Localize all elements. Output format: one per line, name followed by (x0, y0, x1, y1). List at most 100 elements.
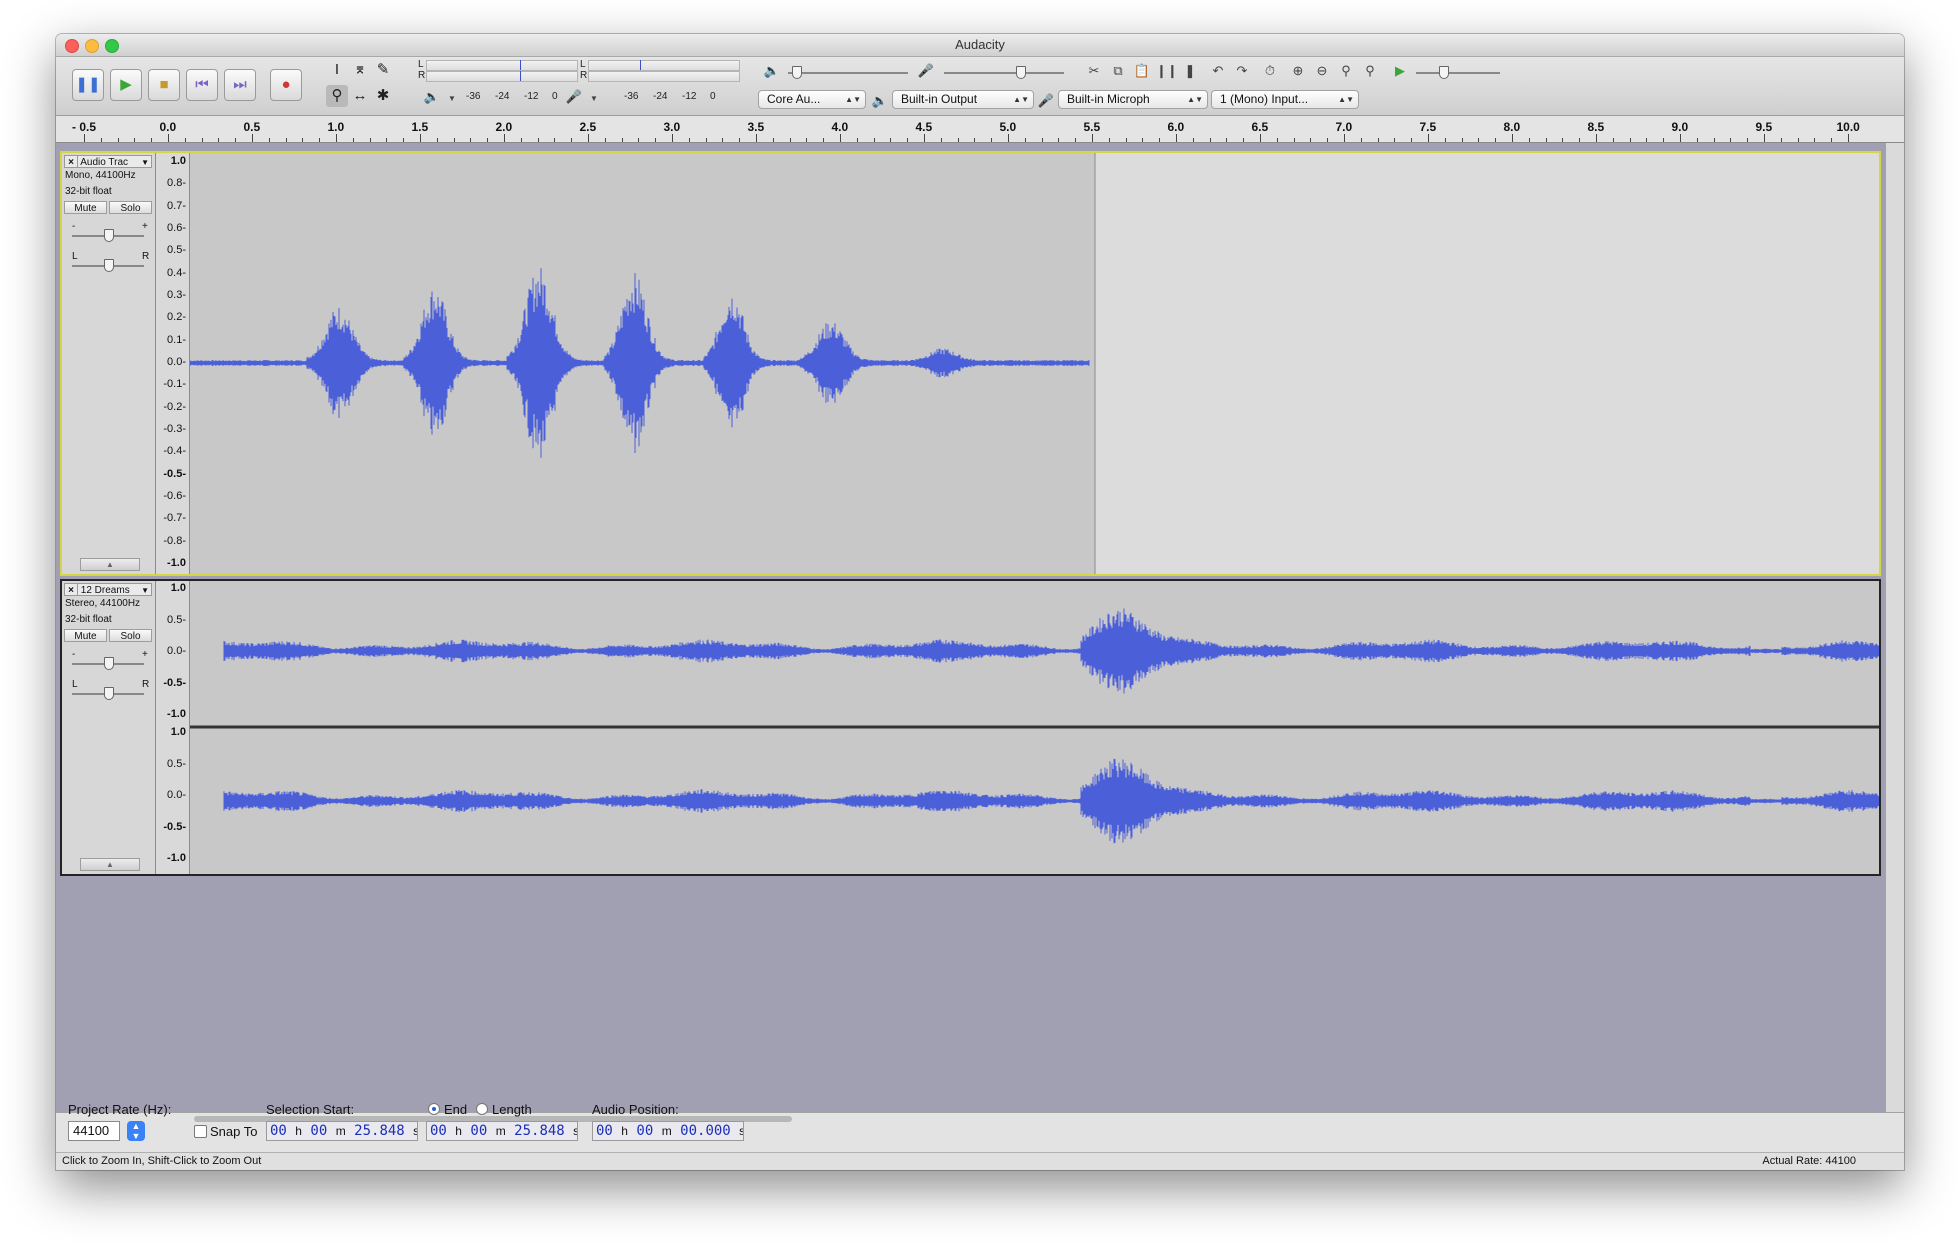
solo-button[interactable]: Solo (109, 629, 152, 642)
mute-solo-row: Mute Solo (64, 629, 154, 643)
timeline-ruler[interactable]: - 0.5 0.0 0.5 1.0 1.5 2.0 2.5 3.0 3.5 4.0 4.5 5.0 5.… (56, 116, 1904, 143)
track-vertical-scale[interactable]: 1.0 0.5- 0.0- -0.5- -1.0 1.0 0.5- 0.0- -0.5- -1.0 (156, 581, 190, 874)
selection-tool[interactable]: I (326, 59, 348, 81)
output-volume-slider[interactable] (788, 72, 908, 74)
play-button[interactable]: ▶ (110, 69, 142, 101)
speaker-icon[interactable]: 🔈 (422, 87, 442, 107)
fit-project-icon[interactable]: ⚲ (1360, 61, 1380, 81)
zoom-out-icon[interactable]: ⊖ (1312, 61, 1332, 81)
redo-icon[interactable]: ↷ (1232, 61, 1252, 81)
undo-icon[interactable]: ↶ (1208, 61, 1228, 81)
project-rate-input[interactable]: 44100 (68, 1121, 120, 1141)
ruler-minor-tick (1444, 138, 1446, 142)
end-radio[interactable] (428, 1103, 440, 1115)
copy-icon[interactable]: ⧉ (1108, 61, 1128, 81)
track-name-menu[interactable]: × Audio Trac ▼ (64, 155, 152, 168)
ruler-minor-tick (537, 138, 539, 142)
rec-meter-menu-icon[interactable]: ▼ (584, 89, 604, 109)
track-vertical-scale[interactable]: 1.0 0.8- 0.7- 0.6- 0.5- 0.4- 0.3- 0.2- 0.1- 0.0- -… (156, 153, 190, 574)
selection-start-time[interactable]: 00 h 00 m 25.848 s▾ (266, 1121, 418, 1141)
audio-position-time[interactable]: 00 h 00 m 00.000 s▾ (592, 1121, 744, 1141)
ruler-minor-tick (1646, 138, 1648, 142)
ruler-minor-tick (571, 138, 573, 142)
selection-end-seconds: 25.848 (514, 1123, 565, 1139)
solo-button[interactable]: Solo (109, 201, 152, 214)
ruler-label: 0.5 (243, 120, 261, 134)
ruler-minor-tick (436, 138, 438, 142)
rec-scale-36: -36 (624, 91, 639, 102)
envelope-icon: ⌆ (353, 61, 367, 78)
pause-button[interactable]: ❚❚ (72, 69, 104, 101)
pan-thumb[interactable] (104, 259, 114, 272)
draw-tool[interactable]: ✎ (372, 59, 394, 81)
fit-selection-icon[interactable]: ⚲ (1336, 61, 1356, 81)
vertical-scrollbar[interactable] (1886, 143, 1904, 1112)
record-button[interactable]: ● (270, 69, 302, 101)
paste-icon[interactable]: 📋 (1132, 61, 1152, 81)
collapse-track-button[interactable]: ▲ (80, 558, 140, 571)
host-value: Core Au... (767, 92, 821, 106)
gain-thumb[interactable] (104, 657, 114, 670)
stop-button[interactable]: ■ (148, 69, 180, 101)
project-rate-stepper[interactable]: ▲ ▼ (127, 1121, 145, 1141)
empty-track-region (1095, 153, 1879, 574)
time-shift-tool[interactable]: ↔ (349, 85, 371, 107)
input-volume-slider[interactable] (944, 72, 1064, 74)
ruler-minor-tick (1024, 138, 1026, 142)
pan-thumb[interactable] (104, 687, 114, 700)
track-menu-arrow-icon[interactable]: ▼ (141, 156, 149, 167)
output-device-dropdown[interactable]: Built-in Output ▲▼ (892, 90, 1034, 109)
skip-to-start-button[interactable]: ⏮ (186, 69, 218, 101)
waveform-area[interactable] (190, 581, 1879, 874)
scale-label: -0.5- (163, 820, 186, 833)
input-volume-thumb[interactable] (1016, 66, 1026, 79)
gain-thumb[interactable] (104, 229, 114, 242)
host-dropdown[interactable]: Core Au... ▲▼ (758, 90, 866, 109)
scale-label: 0.8- (167, 177, 186, 190)
zoom-tool[interactable]: ⚲ (326, 85, 348, 107)
zoom-window-button[interactable] (105, 39, 119, 53)
ruler-label: 6.5 (1251, 120, 1269, 134)
ruler-minor-tick (1327, 138, 1329, 142)
snap-to-checkbox[interactable] (194, 1125, 207, 1138)
trim-icon[interactable]: ❙❙ (1156, 61, 1178, 81)
pause-icon: ❚❚ (75, 76, 101, 93)
mute-button[interactable]: Mute (64, 629, 107, 642)
input-channels-dropdown[interactable]: 1 (Mono) Input... ▲▼ (1211, 90, 1359, 109)
rec-meter-peak (640, 60, 641, 70)
minimize-window-button[interactable] (85, 39, 99, 53)
track-panel[interactable]: × Audio Trac ▼ Mono, 44100Hz 32-bit floa… (56, 143, 1886, 1112)
skip-to-end-button[interactable]: ⏭ (224, 69, 256, 101)
collapse-track-button[interactable]: ▲ (80, 858, 140, 871)
play-meter-menu-icon[interactable]: ▼ (442, 89, 462, 109)
play-at-speed-icon[interactable]: ▶ (1390, 61, 1410, 81)
mute-button[interactable]: Mute (64, 201, 107, 214)
output-volume-thumb[interactable] (792, 66, 802, 79)
cut-icon[interactable]: ✂ (1084, 61, 1104, 81)
track-bit-depth: 32-bit float (65, 614, 112, 625)
audio-track-stereo[interactable]: × 12 Dreams ▼ Stereo, 44100Hz 32-bit flo… (60, 579, 1881, 876)
ruler-minor-tick (235, 138, 237, 142)
audio-track-mono[interactable]: × Audio Trac ▼ Mono, 44100Hz 32-bit floa… (60, 151, 1881, 576)
selection-end-time[interactable]: 00 h 00 m 25.848 s▾ (426, 1121, 578, 1141)
close-window-button[interactable] (65, 39, 79, 53)
play-speed-thumb[interactable] (1439, 66, 1449, 79)
track-control-panel: × 12 Dreams ▼ Stereo, 44100Hz 32-bit flo… (62, 581, 156, 874)
scale-label: -0.1- (163, 378, 186, 391)
length-radio[interactable] (476, 1103, 488, 1115)
track-name-menu[interactable]: × 12 Dreams ▼ (64, 583, 152, 596)
play-speed-slider[interactable] (1416, 72, 1500, 74)
close-track-icon[interactable]: × (65, 156, 78, 167)
multi-tool[interactable]: ✱ (372, 85, 394, 107)
waveform-area[interactable] (190, 153, 1879, 574)
zoom-in-icon[interactable]: ⊕ (1288, 61, 1308, 81)
close-track-icon[interactable]: × (65, 584, 78, 595)
sync-lock-icon[interactable]: ⏱ (1260, 61, 1280, 81)
record-icon: ● (281, 76, 291, 93)
track-menu-arrow-icon[interactable]: ▼ (141, 584, 149, 595)
input-device-dropdown[interactable]: Built-in Microph ▲▼ (1058, 90, 1208, 109)
envelope-tool[interactable]: ⌆ (349, 59, 371, 81)
silence-icon[interactable]: ❚ (1180, 61, 1200, 81)
ruler-tick (1764, 134, 1765, 142)
microphone-icon[interactable]: 🎤 (564, 87, 584, 107)
